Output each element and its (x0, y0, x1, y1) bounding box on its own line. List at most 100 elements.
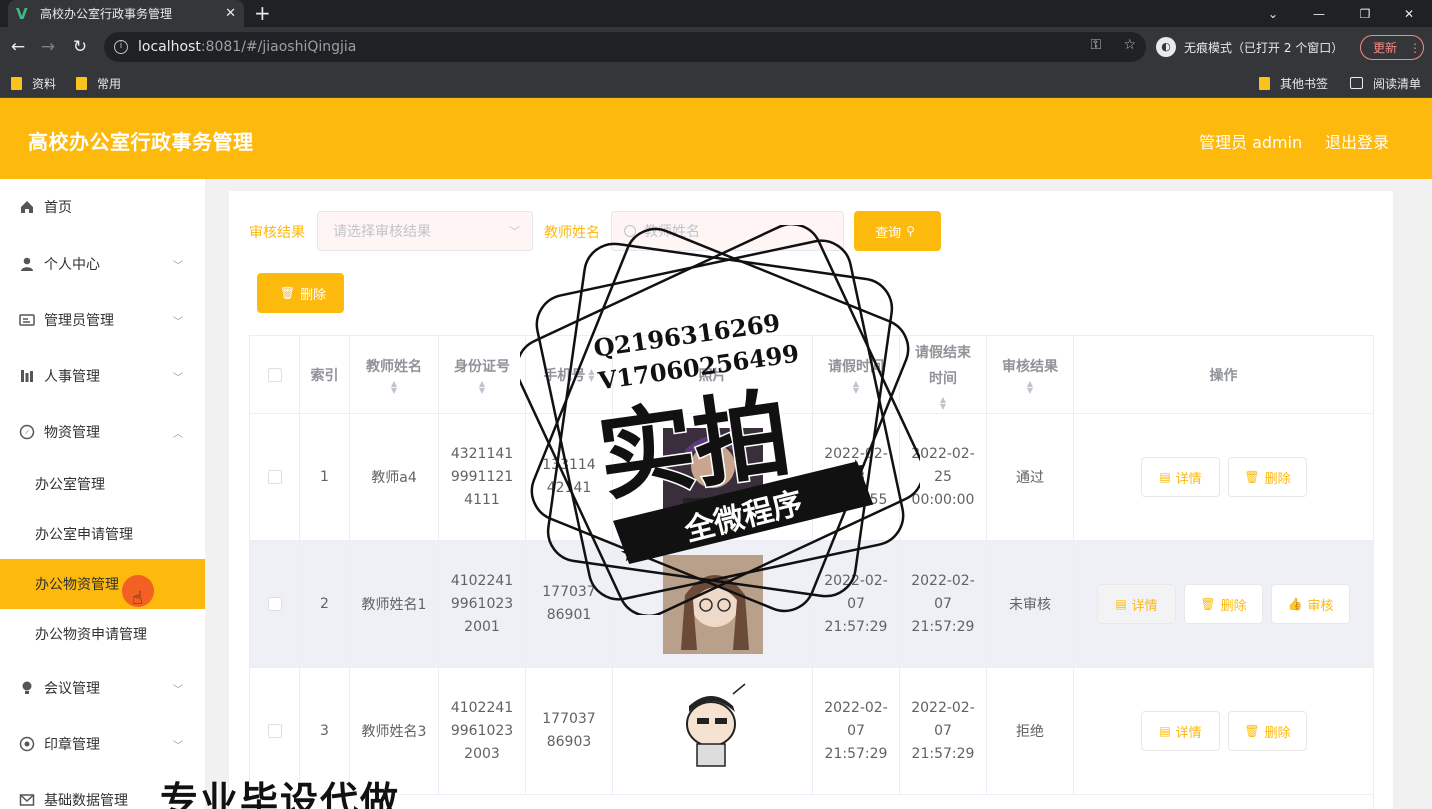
col-header: 索引 (310, 367, 339, 384)
teacher-photo (662, 681, 763, 781)
result-select-placeholder: 请选择审核结果 (333, 224, 431, 240)
browser-tab[interactable]: V 高校办公室行政事务管理 ✕ (8, 0, 244, 27)
sidebar-item-home[interactable]: 首页 (0, 179, 205, 235)
query-button[interactable]: 查询 ⚲ (854, 211, 941, 251)
window-close-icon[interactable]: ✕ (1386, 0, 1432, 27)
address-bar[interactable]: i localhost :8081/#/jiaoshiQingjia ⚿ ☆ (104, 32, 1146, 62)
result-select[interactable]: 请选择审核结果 ﹀ (317, 211, 533, 251)
cell-id: 410224199610232001 (439, 541, 526, 668)
forward-icon[interactable]: → (36, 35, 60, 59)
col-phone[interactable]: 手机号 ▲ ▼ (526, 336, 613, 414)
sidebar: 首页 个人中心 ﹀ 管理员管理 ﹀ 人事管理 ﹀ 物资管理 ︿ 办公室管理 办公… (0, 179, 205, 809)
bulb-icon (22, 681, 32, 694)
col-header: 照片 (698, 367, 727, 384)
cell-photo (613, 414, 813, 541)
browser-tabbar: V 高校办公室行政事务管理 ✕ + ⌄ — ❐ ✕ (0, 0, 1432, 27)
incognito-indicator[interactable]: ◐ 无痕模式（已打开 2 个窗口） (1156, 35, 1343, 59)
delete-label: 删除 (1220, 598, 1247, 614)
sidebar-item-meeting[interactable]: 会议管理 ﹀ (0, 660, 205, 716)
sort-icon[interactable]: ▲ ▼ (391, 379, 397, 394)
select-all-checkbox[interactable] (267, 367, 282, 382)
sidebar-subitem-supplies[interactable]: 办公物资管理 (0, 559, 205, 609)
more-menu-icon[interactable]: ⋮ (1409, 41, 1421, 55)
other-bookmarks-label: 其他书签 (1280, 76, 1329, 91)
sort-icon[interactable]: ▲ ▼ (853, 379, 859, 394)
delete-label: 删除 (1264, 471, 1291, 487)
audit-button[interactable]: 👍 审核 (1271, 584, 1350, 624)
tab-search-icon[interactable]: ⌄ (1250, 0, 1296, 27)
delete-button[interactable]: 🗑 删除 (1228, 457, 1307, 497)
cell-index: 2 (300, 541, 350, 668)
sidebar-item-hr[interactable]: 人事管理 ﹀ (0, 348, 205, 404)
teacher-photo (662, 554, 763, 654)
col-header: 请假结束时间 (915, 344, 971, 387)
cell-id: 410224199610232003 (439, 668, 526, 795)
cell-actions (1074, 414, 1373, 541)
other-bookmarks[interactable]: 其他书签 (1259, 74, 1328, 92)
reload-icon[interactable]: ↻ (68, 35, 92, 59)
sidebar-subitem-office[interactable]: 办公室管理 (0, 459, 205, 509)
sidebar-subitem-supplies-apply[interactable]: 办公物资申请管理 (0, 609, 205, 659)
chevron-down-icon: ﹀ (173, 372, 183, 384)
new-tab-icon[interactable]: + (254, 2, 271, 24)
col-header: 审核结果 (1002, 358, 1058, 375)
sidebar-item-label: 人事管理 (44, 369, 100, 385)
cell-start: 2022-02-07 21:57:29 (813, 541, 900, 668)
detail-button[interactable]: ▤ 详情 (1141, 457, 1220, 497)
sort-icon[interactable]: ▲ ▼ (1027, 379, 1033, 394)
cell-name: 教师姓名1 (350, 541, 439, 668)
bottom-watermark: 专业毕设代做 (160, 779, 401, 809)
key-icon[interactable]: ⚿ (1091, 37, 1102, 53)
site-info-icon[interactable]: i (114, 40, 128, 54)
sort-icon[interactable]: ▲ ▼ (940, 395, 946, 410)
sort-icon[interactable]: ▲ ▼ (479, 379, 485, 394)
delete-button[interactable]: 🗑 删除 (1184, 584, 1263, 624)
reading-list[interactable]: 阅读清单 (1350, 74, 1421, 92)
sidebar-item-seal[interactable]: 印章管理 ﹀ (0, 716, 205, 772)
teacher-name-input[interactable]: 教师姓名 (611, 211, 844, 251)
back-icon[interactable]: ← (6, 35, 30, 59)
row-checkbox[interactable] (267, 597, 282, 611)
search-icon: ⚲ (906, 224, 915, 238)
folder-icon (76, 76, 87, 90)
cell-phone: 13311442141 (526, 414, 613, 541)
col-result[interactable]: 审核结果 ▲ ▼ (987, 336, 1074, 414)
batch-delete-button[interactable]: 🗑 删除 (257, 273, 344, 313)
sidebar-subitem-office-apply[interactable]: 办公室申请管理 (0, 509, 205, 559)
search-icon (624, 225, 636, 237)
col-header: 教师姓名 (366, 358, 422, 375)
detail-label: 详情 (1175, 471, 1202, 487)
logout-link[interactable]: 退出登录 (1325, 129, 1389, 153)
restore-icon[interactable]: ❐ (1342, 0, 1388, 27)
detail-button[interactable]: ▤ 详情 (1141, 711, 1220, 751)
col-header: 身份证号 (454, 358, 510, 375)
chevron-down-icon: ﹀ (173, 684, 183, 696)
bookmarks-bar: 资料 常用 其他书签 阅读清单 (0, 68, 1432, 98)
sidebar-item-admins[interactable]: 管理员管理 ﹀ (0, 292, 205, 348)
star-icon[interactable]: ☆ (1123, 37, 1136, 53)
bookmark-folder[interactable]: 常用 (76, 74, 121, 92)
row-checkbox[interactable] (267, 470, 282, 484)
row-checkbox[interactable] (267, 724, 282, 738)
sidebar-item-materials[interactable]: 物资管理 ︿ (0, 404, 205, 460)
sidebar-item-label: 基础数据管理 (44, 793, 128, 809)
bookmark-folder[interactable]: 资料 (11, 74, 56, 92)
compass-icon (19, 424, 35, 440)
close-tab-icon[interactable]: ✕ (225, 6, 236, 21)
sidebar-item-personal[interactable]: 个人中心 ﹀ (0, 236, 205, 292)
chevron-down-icon: ﹀ (509, 225, 520, 238)
col-photo: 照片 (613, 336, 813, 414)
col-id[interactable]: 身份证号 ▲ ▼ (439, 336, 526, 414)
col-start[interactable]: 请假时间 ▲ ▼ (813, 336, 900, 414)
sidebar-item-label: 物资管理 (44, 425, 100, 441)
update-button[interactable]: 更新 ⋮ (1360, 35, 1424, 60)
chevron-down-icon: ﹀ (173, 260, 183, 272)
detail-button[interactable]: ▤ 详情 (1097, 584, 1176, 624)
col-end[interactable]: 请假结束时间 ▲ ▼ (900, 336, 987, 414)
minimize-icon[interactable]: — (1296, 0, 1342, 27)
delete-button[interactable]: 🗑 删除 (1228, 711, 1307, 751)
sort-icon[interactable]: ▲ ▼ (588, 367, 594, 382)
incognito-label: 无痕模式（已打开 2 个窗口） (1184, 40, 1344, 55)
sidebar-item-label: 会议管理 (44, 681, 100, 697)
col-name[interactable]: 教师姓名 ▲ ▼ (350, 336, 439, 414)
